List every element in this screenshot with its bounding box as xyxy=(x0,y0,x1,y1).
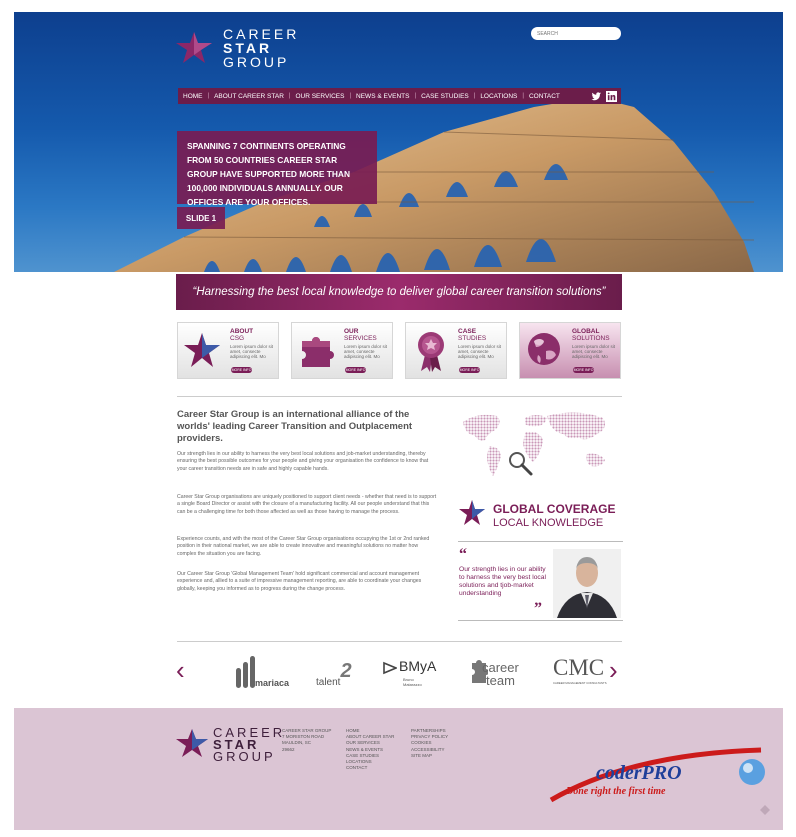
star-icon xyxy=(184,333,220,367)
puzzle-icon xyxy=(302,337,334,367)
search-input[interactable] xyxy=(531,27,621,40)
card-text: Lorem ipsum dolor sit amet, consecte adi… xyxy=(344,344,388,359)
open-quote-mark: “ xyxy=(459,546,467,563)
card-subtitle: SERVICES xyxy=(344,335,377,342)
partner-name: mariaca xyxy=(255,678,290,688)
star-logo-icon[interactable] xyxy=(176,727,210,759)
nav-item-locations[interactable]: LOCATIONS xyxy=(475,93,522,100)
watermark-brand: coderPRO xyxy=(596,762,682,784)
footer-links: HOME ABOUT CAREER STAR OUR SERVICES NEWS… xyxy=(346,728,394,771)
footer-links-secondary: PARTNERSHIPS PRIVACY POLICY COOKIES ACCE… xyxy=(411,728,448,759)
more-info-button[interactable]: MORE INFO xyxy=(345,367,366,373)
card-title: ABOUT xyxy=(230,328,254,335)
main-nav: HOME | ABOUT CAREER STAR | OUR SERVICES | N… xyxy=(178,88,621,104)
twitter-icon[interactable] xyxy=(591,91,602,102)
card-services[interactable]: OUR SERVICES Lorem ipsum dolor sit amet,… xyxy=(291,322,393,379)
nav-item-home[interactable]: HOME xyxy=(178,93,208,100)
linkedin-icon[interactable] xyxy=(606,90,617,102)
star-logo-icon[interactable] xyxy=(176,30,216,66)
star-icon xyxy=(459,500,485,525)
award-ribbon-icon xyxy=(418,332,444,372)
nav-item-news[interactable]: NEWS & EVENTS xyxy=(351,93,414,100)
more-info-button[interactable]: MORE INFO xyxy=(459,367,480,373)
slide-button[interactable]: SLIDE 1 xyxy=(177,207,225,229)
logo-wordmark[interactable]: CAREER STAR GROUP xyxy=(223,27,299,69)
close-quote-mark: ” xyxy=(534,600,542,617)
partner-logo-career-team[interactable]: career team xyxy=(468,656,528,688)
footer-link-accessibility[interactable]: ACCESSIBILITY xyxy=(411,747,448,753)
hero-banner xyxy=(14,12,783,272)
card-subtitle: SOLUTIONS xyxy=(572,335,610,342)
businessman-photo xyxy=(553,549,621,618)
social-links xyxy=(591,90,621,102)
nav-item-about[interactable]: ABOUT CAREER STAR xyxy=(209,93,289,100)
card-about[interactable]: ABOUT CSG Lorem ipsum dolor sit amet, co… xyxy=(177,322,279,379)
footer-address: CAREER STAR GROUP 7 MORISTON ROAD MAULDI… xyxy=(282,728,331,753)
coverage-subheading: LOCAL KNOWLEDGE xyxy=(493,517,604,529)
card-subtitle: CSG xyxy=(230,335,245,342)
intro-title: Career Star Group is an international al… xyxy=(177,409,413,444)
more-info-button[interactable]: MORE INFO xyxy=(231,367,252,373)
intro-paragraph: Our Career Star Group 'Global Management… xyxy=(177,571,422,592)
card-text: Lorem ipsum dolor sit amet, consecte adi… xyxy=(458,344,502,359)
quote-text: Our strength lies in our ability to harn… xyxy=(459,566,546,597)
card-title: CASE xyxy=(458,328,477,335)
carousel-prev-button[interactable]: ‹ xyxy=(176,657,185,683)
partner-logo-talent2[interactable]: talent2 xyxy=(316,660,352,688)
partner-logo-mariaca[interactable]: mariaca xyxy=(235,656,290,692)
divider xyxy=(177,396,622,397)
partner-name: talent xyxy=(316,677,341,688)
coverage-heading: GLOBAL COVERAGE xyxy=(493,502,616,516)
partner-subtitle: CAREER MANAGEMENT CONSULTANTS xyxy=(553,681,607,685)
card-title: OUR xyxy=(344,328,359,335)
globe-icon xyxy=(528,333,560,365)
mariaca-bars-icon xyxy=(236,656,255,688)
partner-name: CMC xyxy=(553,655,605,680)
logo-line: CAREER xyxy=(223,26,300,42)
partner-subtitle: Bruno Matarazzo xyxy=(403,677,422,687)
tagline-banner: “Harnessing the best local knowledge to … xyxy=(176,274,622,310)
colosseum-image xyxy=(114,97,755,272)
card-global-solutions[interactable]: GLOBAL SOLUTIONS Lorem ipsum dolor sit a… xyxy=(519,322,621,379)
intro-paragraph: Experience counts, and with the most of … xyxy=(177,536,430,557)
partner-logo-bmya[interactable]: BMyA Bruno Matarazzo xyxy=(383,658,437,688)
address-line: 29662 xyxy=(282,746,295,752)
diamond-icon xyxy=(760,805,770,815)
partner-name-number: 2 xyxy=(340,660,352,682)
bmya-triangle-icon xyxy=(383,661,397,675)
watermark-slogan: Done right the first time xyxy=(566,786,666,797)
partner-name: team xyxy=(486,673,515,688)
partner-logo-cmc[interactable]: CMC CAREER MANAGEMENT CONSULTANTS xyxy=(553,655,611,687)
more-info-button[interactable]: MORE INFO xyxy=(573,367,594,373)
divider xyxy=(177,641,622,642)
intro-paragraph: Career Star Group organisations are uniq… xyxy=(177,494,437,515)
world-map-image xyxy=(463,412,605,476)
footer-logo-wordmark[interactable]: CAREER STAR GROUP xyxy=(213,726,285,764)
footer-link-sitemap[interactable]: SITE MAP xyxy=(411,753,448,759)
logo-line: GROUP xyxy=(213,749,276,764)
logo-line: GROUP xyxy=(223,54,290,70)
card-text: Lorem ipsum dolor sit amet, consecte adi… xyxy=(572,344,616,359)
nav-item-case-studies[interactable]: CASE STUDIES xyxy=(416,93,474,100)
logo-line: STAR xyxy=(223,40,273,56)
hero-message: SPANNING 7 CONTINENTS OPERATING FROM 50 … xyxy=(177,131,377,207)
nav-item-services[interactable]: OUR SERVICES xyxy=(290,93,349,100)
intro-paragraph: Our strength lies in our ability to harn… xyxy=(177,451,429,472)
nav-item-contact[interactable]: CONTACT xyxy=(524,93,565,100)
card-title: GLOBAL xyxy=(572,328,600,335)
card-text: Lorem ipsum dolor sit amet, consecte adi… xyxy=(230,344,274,359)
card-subtitle: STUDIES xyxy=(458,335,487,342)
partner-name: BMyA xyxy=(399,658,437,674)
card-case-studies[interactable]: CASE STUDIES Lorem ipsum dolor sit amet,… xyxy=(405,322,507,379)
footer-link-contact[interactable]: CONTACT xyxy=(346,765,394,771)
